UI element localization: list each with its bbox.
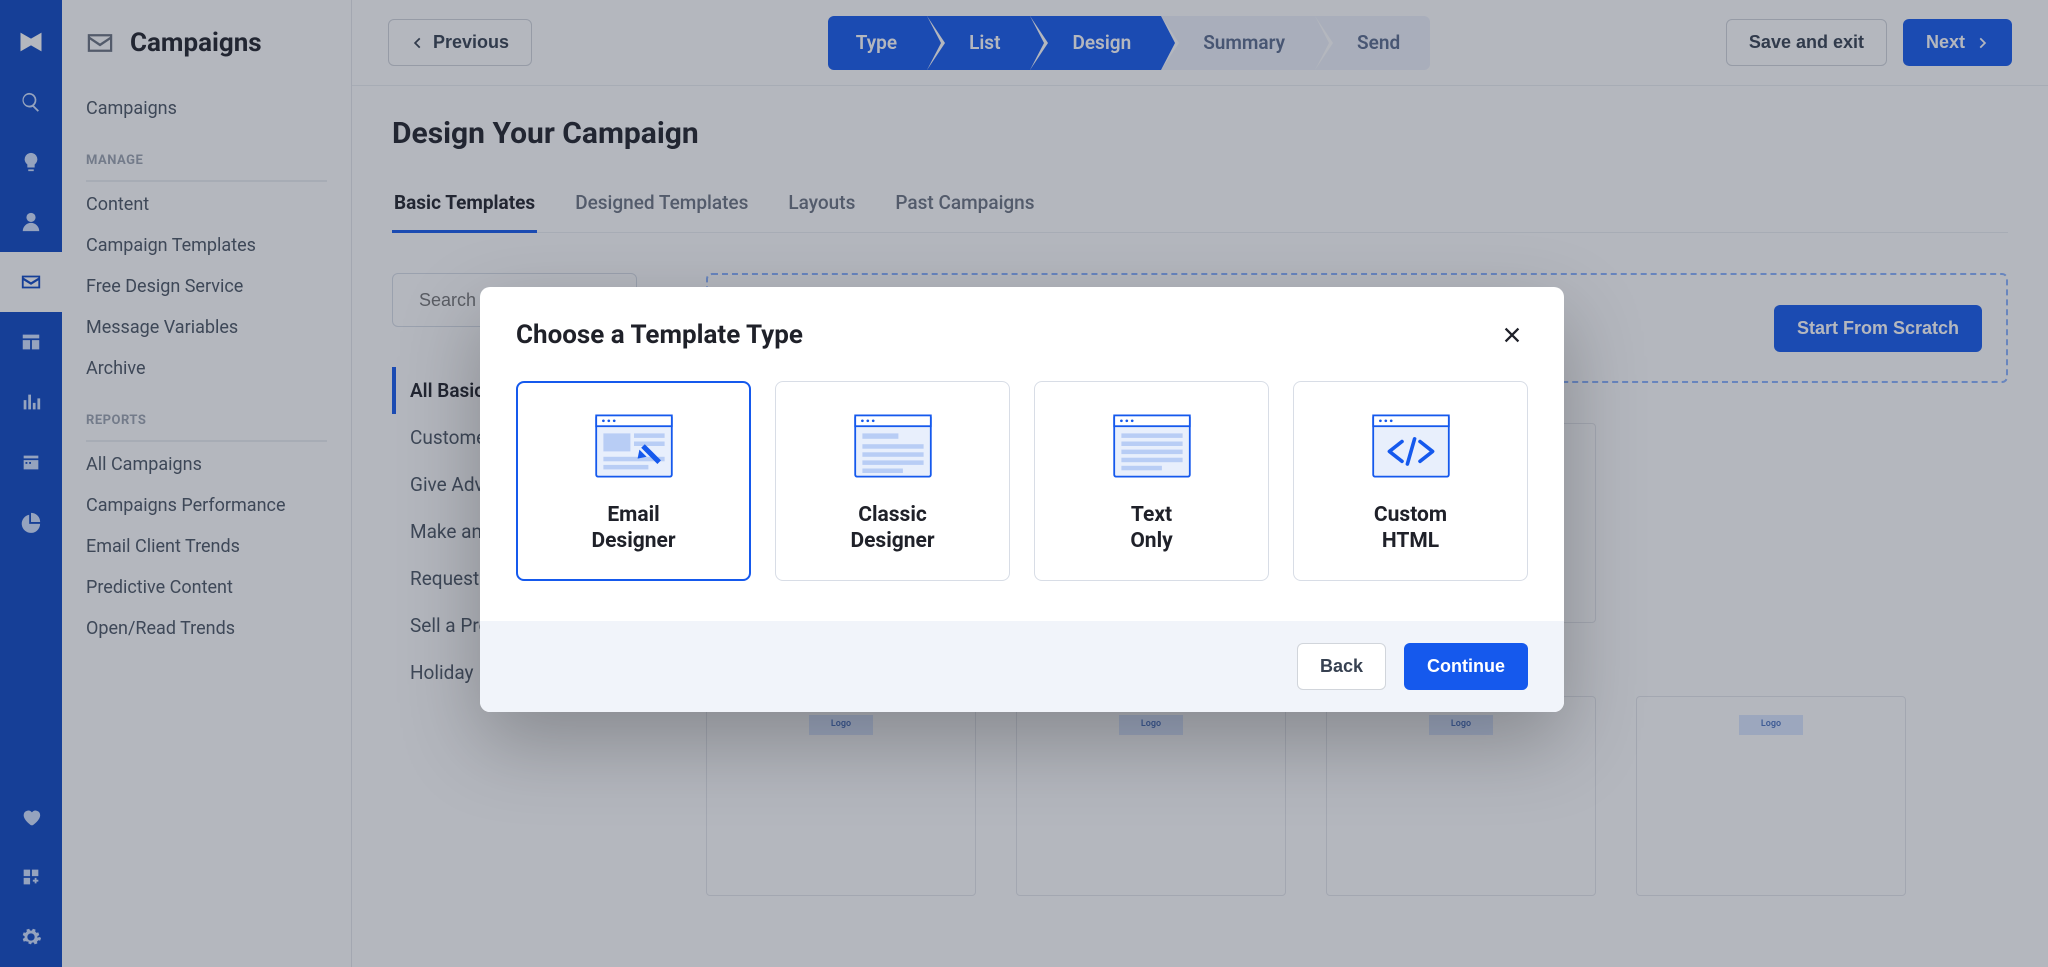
html-icon bbox=[1366, 408, 1456, 484]
type-label: CustomHTML bbox=[1374, 502, 1447, 555]
type-classic-designer[interactable]: ClassicDesigner bbox=[775, 381, 1010, 581]
type-custom-html[interactable]: CustomHTML bbox=[1293, 381, 1528, 581]
type-email-designer[interactable]: EmailDesigner bbox=[516, 381, 751, 581]
template-type-modal: Choose a Template Type E bbox=[480, 287, 1564, 712]
modal-title: Choose a Template Type bbox=[516, 320, 803, 350]
close-button[interactable] bbox=[1496, 319, 1528, 351]
close-icon bbox=[1501, 324, 1523, 346]
type-label: TextOnly bbox=[1130, 502, 1172, 555]
type-options: EmailDesigner ClassicDesigner bbox=[516, 381, 1528, 581]
classic-icon bbox=[848, 408, 938, 484]
text-icon bbox=[1107, 408, 1197, 484]
designer-icon bbox=[589, 408, 679, 484]
type-label: ClassicDesigner bbox=[850, 502, 934, 555]
back-button[interactable]: Back bbox=[1297, 643, 1386, 690]
continue-button[interactable]: Continue bbox=[1404, 643, 1528, 690]
modal-footer: Back Continue bbox=[480, 621, 1564, 712]
type-text-only[interactable]: TextOnly bbox=[1034, 381, 1269, 581]
type-label: EmailDesigner bbox=[591, 502, 675, 555]
